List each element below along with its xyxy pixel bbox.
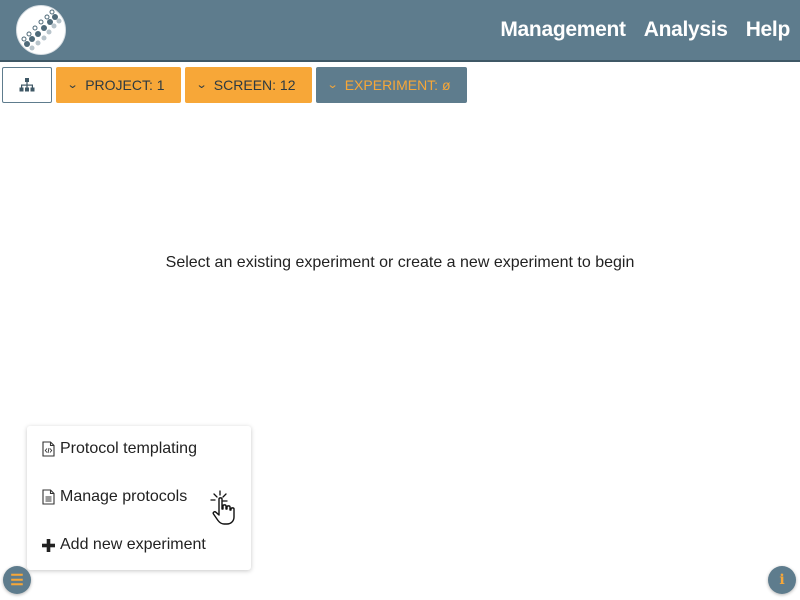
- menu-toggle-button[interactable]: ☰: [3, 566, 31, 594]
- nav-help[interactable]: Help: [746, 18, 791, 42]
- menu-item-protocol-templating[interactable]: Protocol templating: [41, 438, 197, 460]
- project-label: PROJECT: 1: [85, 77, 165, 93]
- chevron-down-icon: ⌄: [66, 78, 79, 91]
- menu-item-label: Protocol templating: [60, 440, 197, 457]
- document-icon: [41, 489, 56, 506]
- menu-item-label: Manage protocols: [60, 488, 188, 505]
- header-divider: [0, 60, 800, 62]
- hierarchy-icon: [19, 78, 35, 92]
- hamburger-icon: ☰: [10, 571, 24, 589]
- chevron-down-icon: ⌄: [326, 78, 339, 91]
- nav-management[interactable]: Management: [500, 18, 626, 42]
- experiment-selector[interactable]: ⌄ EXPERIMENT: ø: [315, 67, 467, 103]
- screen-label: SCREEN: 12: [213, 77, 296, 93]
- experiment-label: EXPERIMENT: ø: [344, 77, 451, 93]
- menu-item-manage-protocols[interactable]: Manage protocols: [41, 486, 187, 508]
- hierarchy-button[interactable]: [2, 67, 52, 103]
- plus-icon: [41, 537, 56, 554]
- info-icon: i: [779, 572, 785, 588]
- menu-item-add-new-experiment[interactable]: Add new experiment: [41, 534, 206, 556]
- empty-state-message: Select an existing experiment or create …: [165, 254, 635, 271]
- main-nav: Management Analysis Help: [500, 0, 790, 60]
- nav-analysis[interactable]: Analysis: [644, 18, 728, 42]
- screen-selector[interactable]: ⌄ SCREEN: 12: [184, 67, 312, 103]
- code-file-icon: [41, 441, 56, 458]
- breadcrumb: ⌄ PROJECT: 1 ⌄ SCREEN: 12 ⌄ EXPERIMENT: …: [2, 67, 467, 103]
- dna-helix-logo-icon[interactable]: [16, 5, 66, 55]
- pointer-hand-icon: [210, 490, 235, 525]
- chevron-down-icon: ⌄: [195, 78, 208, 91]
- project-selector[interactable]: ⌄ PROJECT: 1: [56, 67, 181, 103]
- menu-item-label: Add new experiment: [60, 536, 206, 553]
- info-button[interactable]: i: [768, 566, 796, 594]
- top-bar: Management Analysis Help: [0, 0, 800, 60]
